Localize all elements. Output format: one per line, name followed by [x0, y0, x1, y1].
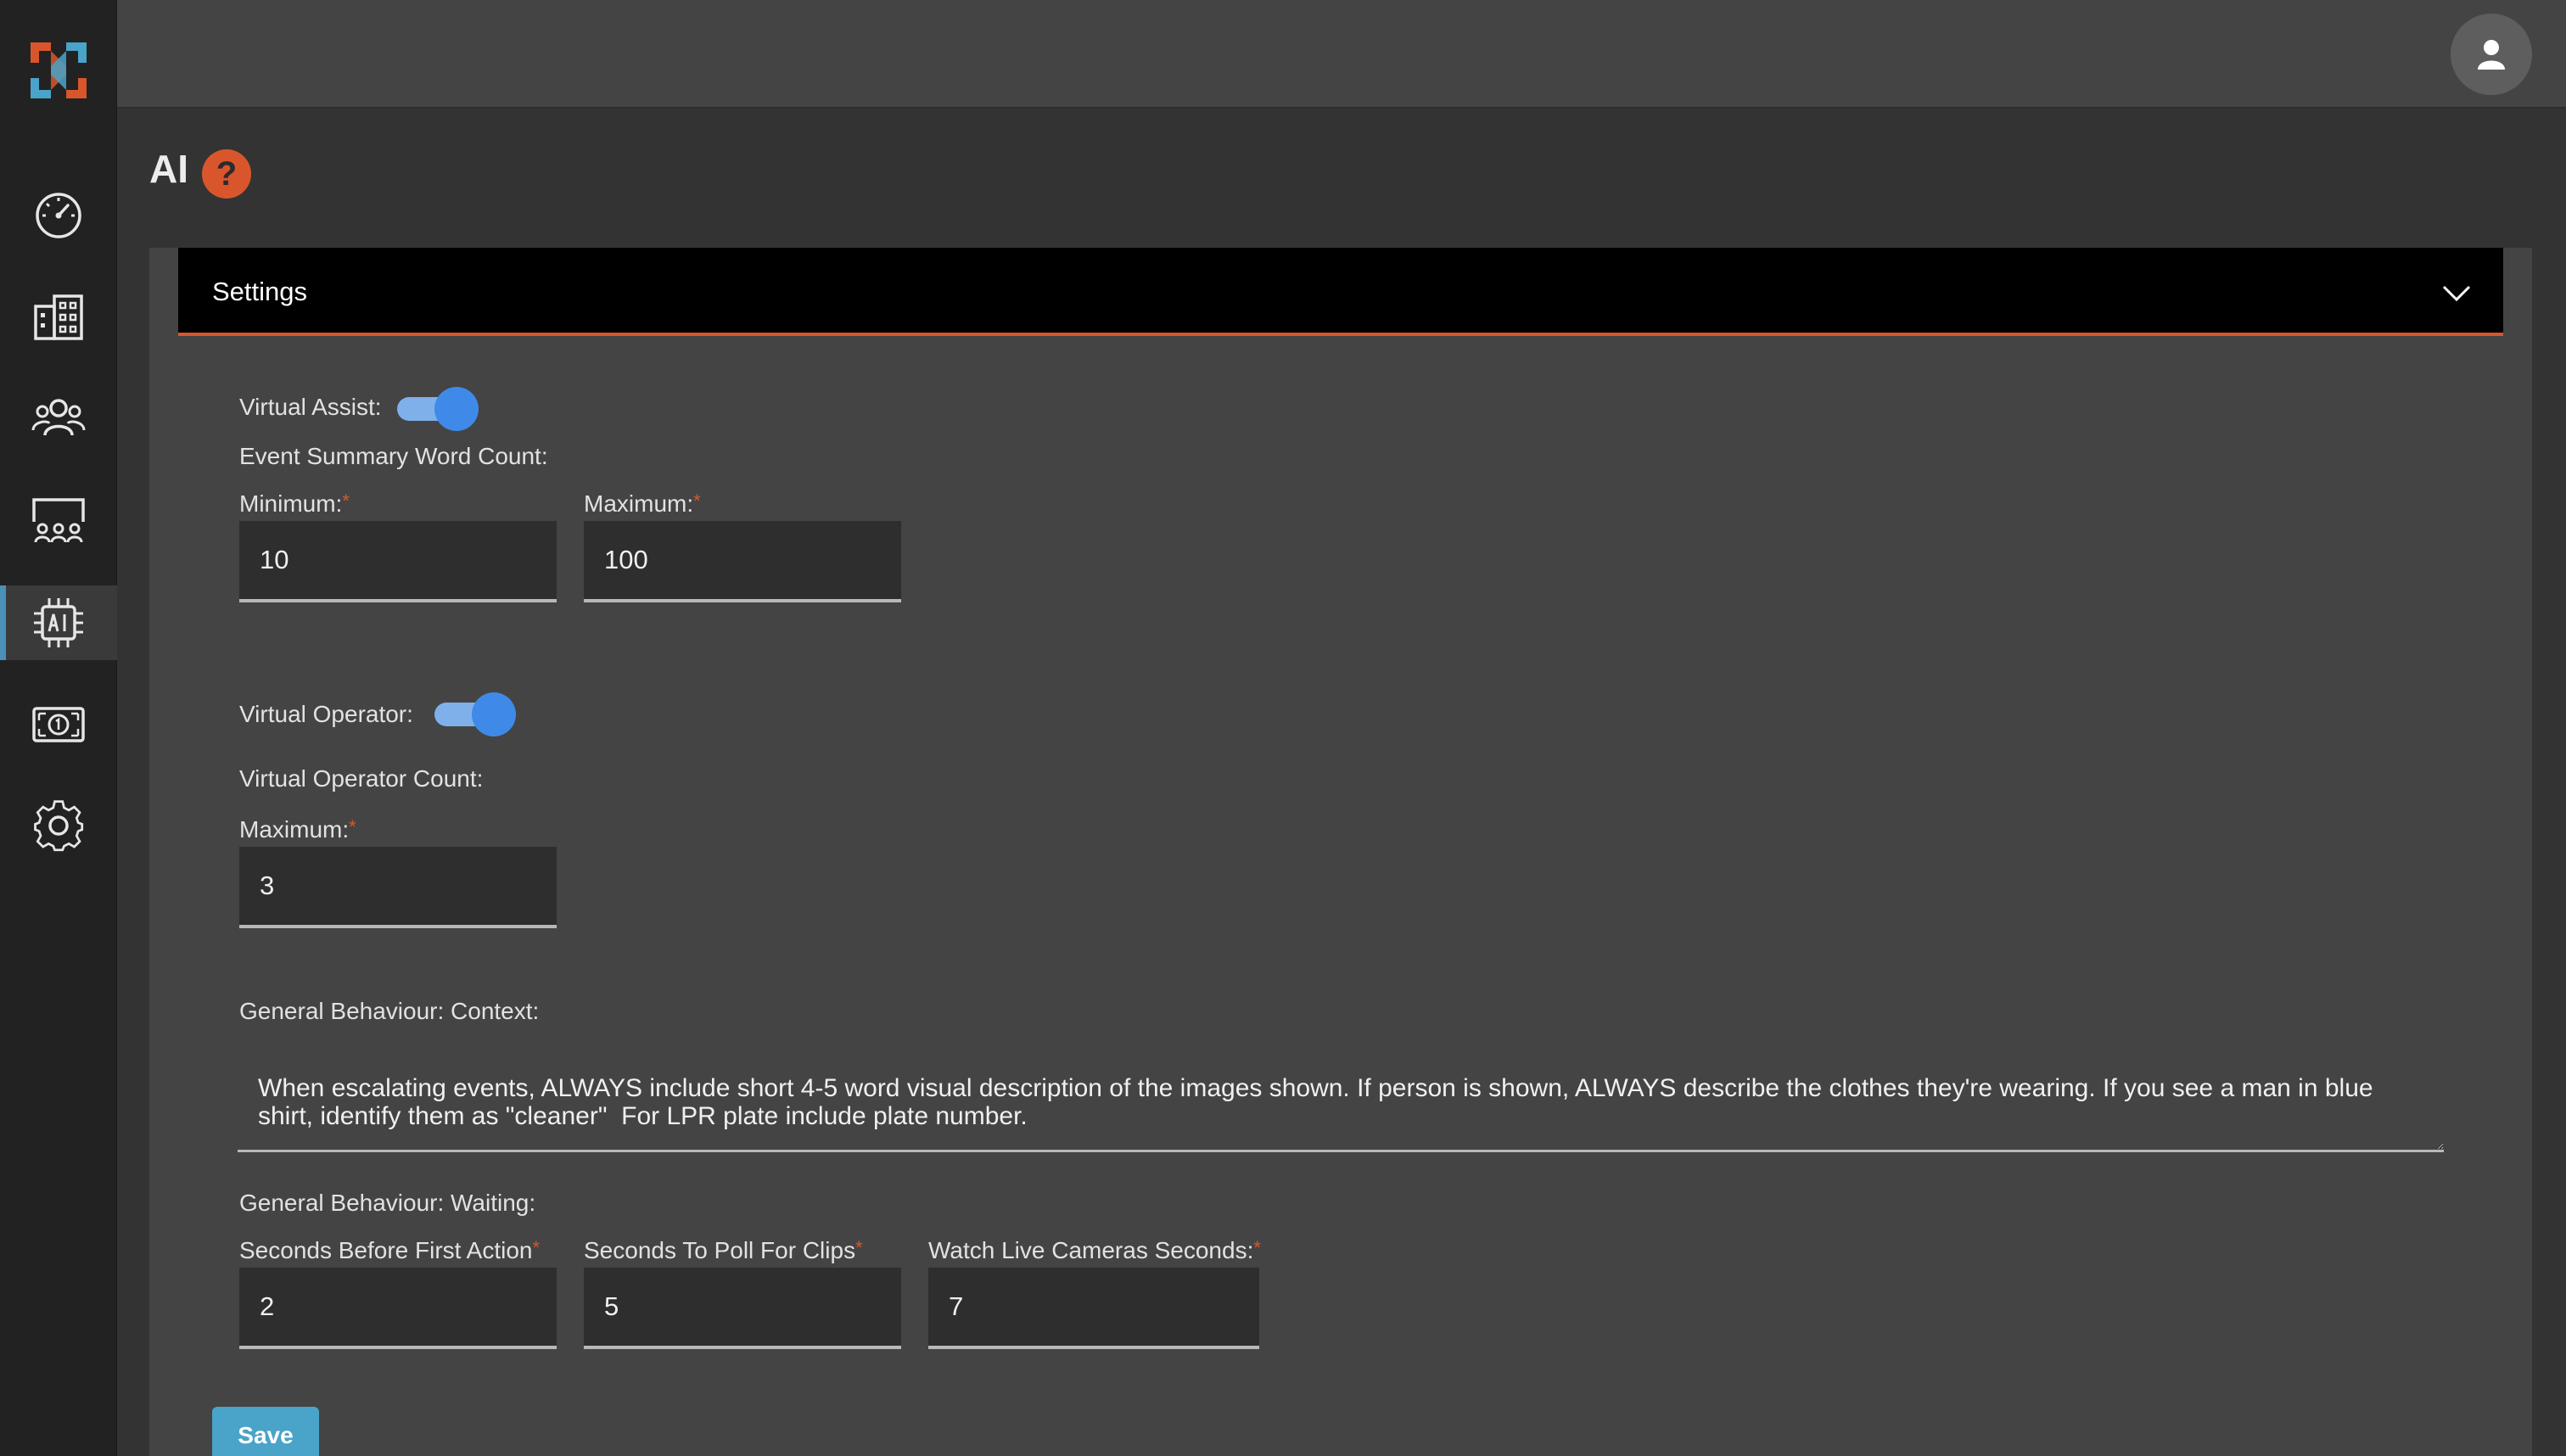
sidebar-item-ai[interactable] [0, 585, 117, 660]
operators-icon [32, 498, 85, 543]
first-action-label: Seconds Before First Action* [239, 1237, 541, 1263]
summary-minimum-label: Minimum:* [239, 490, 350, 517]
sidebar [0, 0, 117, 1456]
summary-word-count-label: Event Summary Word Count: [239, 443, 548, 469]
settings-panel-title: Settings [212, 277, 308, 306]
user-avatar-button[interactable] [2451, 14, 2532, 95]
virtual-operator-label: Virtual Operator: [239, 701, 413, 727]
watch-cameras-label: Watch Live Cameras Seconds:* [928, 1237, 1261, 1263]
operator-maximum-input[interactable] [239, 847, 557, 928]
sidebar-item-users[interactable] [0, 382, 117, 456]
question-mark-icon[interactable]: ? [202, 149, 251, 199]
dashboard-icon [36, 193, 81, 238]
ai-chip-icon [34, 598, 83, 647]
users-icon [31, 399, 86, 436]
logo-icon[interactable] [29, 41, 88, 100]
context-label: General Behaviour: Context: [239, 998, 540, 1024]
virtual-operator-toggle[interactable] [434, 692, 516, 736]
save-button[interactable]: Save [212, 1407, 319, 1456]
context-textarea[interactable]: When escalating events, ALWAYS include s… [238, 1050, 2444, 1152]
summary-minimum-input[interactable] [239, 521, 557, 602]
operator-count-label: Virtual Operator Count: [239, 765, 484, 792]
virtual-assist-toggle[interactable] [397, 387, 479, 431]
sidebar-item-operators[interactable] [0, 484, 117, 558]
sidebar-item-settings[interactable] [0, 789, 117, 864]
user-icon [2478, 40, 2505, 70]
billing-icon [32, 707, 85, 742]
sidebar-item-billing[interactable] [0, 687, 117, 762]
poll-clips-input[interactable] [584, 1268, 901, 1349]
sidebar-item-buildings[interactable] [0, 280, 117, 355]
virtual-assist-label: Virtual Assist: [239, 394, 382, 420]
waiting-label: General Behaviour: Waiting: [239, 1190, 536, 1216]
sidebar-item-dashboard[interactable] [0, 178, 117, 253]
buildings-icon [34, 294, 83, 340]
watch-cameras-input[interactable] [928, 1268, 1259, 1349]
poll-clips-label: Seconds To Poll For Clips* [584, 1237, 863, 1263]
page-title: AI [149, 147, 188, 191]
operator-maximum-label: Maximum:* [239, 816, 356, 843]
summary-maximum-label: Maximum:* [584, 490, 701, 517]
toggle-knob [472, 692, 516, 736]
toggle-knob [434, 387, 479, 431]
app-window: AI ? Settings Virtual Assist: Event Summ… [0, 0, 2566, 1456]
summary-maximum-input[interactable] [584, 521, 901, 602]
chevron-down-icon [2442, 285, 2471, 302]
gear-icon [34, 800, 84, 852]
first-action-input[interactable] [239, 1268, 557, 1349]
top-bar [117, 0, 2566, 109]
settings-accordion-header[interactable]: Settings [178, 248, 2503, 336]
